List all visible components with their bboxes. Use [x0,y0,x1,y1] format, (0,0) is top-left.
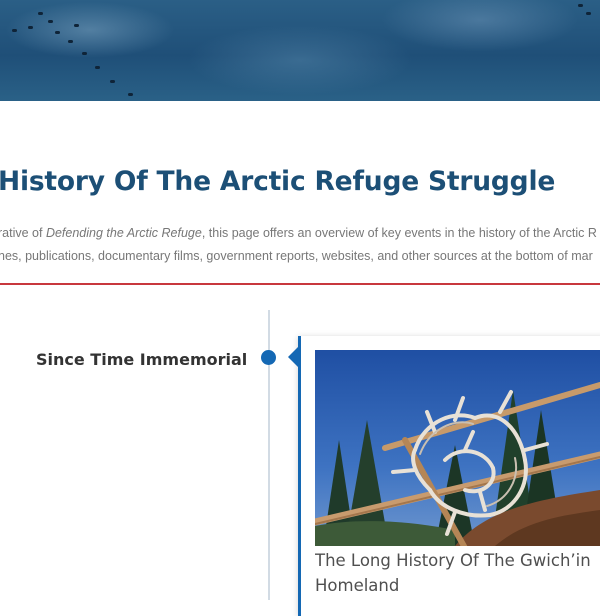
header-banner-image [0,0,600,101]
caption-line-2: Homeland [315,576,400,595]
intro-line-1: rative of Defending the Arctic Refuge, t… [0,222,600,245]
timeline-dot [261,350,276,365]
intro-paragraph: rative of Defending the Arctic Refuge, t… [0,222,600,268]
caribou-mark [28,26,33,29]
caribou-mark [74,24,79,27]
caribou-mark [128,93,133,96]
timeline-era-title: Since Time Immemorial [36,350,248,369]
caribou-mark [82,52,87,55]
caribou-mark [68,40,73,43]
caribou-antlers-on-fence-photo[interactable] [315,350,600,546]
caribou-mark [48,20,53,23]
caption-line-1: The Long History Of The Gwich’in [315,551,591,570]
caribou-mark [110,80,115,83]
intro-text: , this page offers an overview of key ev… [201,226,597,240]
caribou-mark [586,12,591,15]
page-title: History Of The Arctic Refuge Struggle [0,166,556,197]
caribou-mark [12,29,17,32]
caribou-mark [38,12,43,15]
section-divider [0,283,600,285]
caribou-mark [55,31,60,34]
intro-text: rative of [0,226,46,240]
caribou-mark [95,66,100,69]
entry-caption-link[interactable]: The Long History Of The Gwich’in Homelan… [315,548,600,598]
caribou-mark [578,4,583,7]
intro-line-2: nes, publications, documentary films, go… [0,249,593,263]
card-pointer-arrow [288,347,298,367]
book-title-link[interactable]: Defending the Arctic Refuge [46,226,202,240]
